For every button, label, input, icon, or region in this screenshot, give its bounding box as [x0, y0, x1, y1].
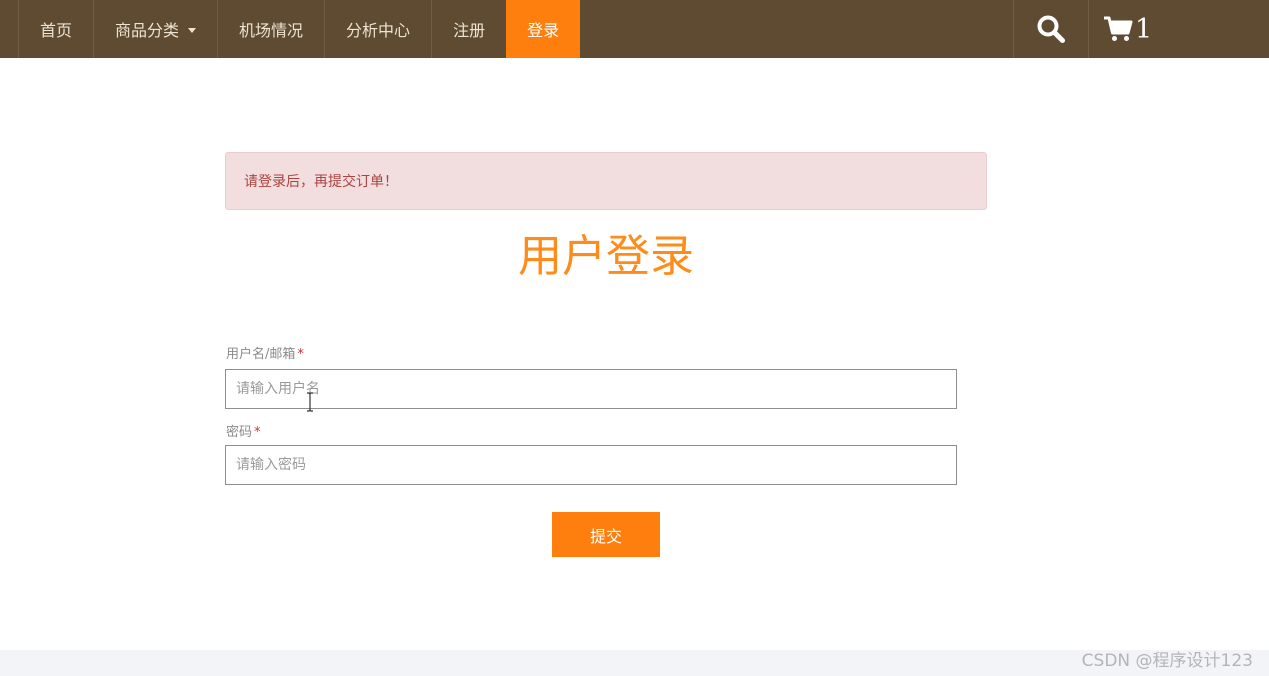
page-title: 用户登录: [518, 231, 694, 282]
nav-item-label: 首页: [40, 21, 73, 40]
required-mark: *: [297, 347, 304, 362]
nav-item-home[interactable]: 首页: [18, 0, 93, 58]
search-icon: [1037, 15, 1065, 43]
nav-item-product-categories[interactable]: 商品分类: [93, 0, 217, 58]
footer-band: [0, 650, 1269, 676]
nav-item-analysis-center[interactable]: 分析中心: [324, 0, 431, 58]
top-navbar: 首页 商品分类 机场情况 分析中心 注册 登录 1: [0, 0, 1269, 58]
nav-item-register[interactable]: 注册: [431, 0, 506, 58]
caret-down-icon: [188, 27, 197, 33]
submit-button[interactable]: 提交: [552, 512, 660, 557]
cart-button[interactable]: 1: [1088, 0, 1269, 58]
nav-item-label: 机场情况: [239, 21, 304, 40]
nav-item-airport-status[interactable]: 机场情况: [217, 0, 324, 58]
username-input[interactable]: [225, 369, 957, 409]
username-label: 用户名/邮箱 *: [226, 343, 304, 362]
nav-item-label: 登录: [527, 21, 560, 40]
watermark: CSDN @程序设计123: [1081, 651, 1253, 671]
nav-item-label: 商品分类: [115, 21, 180, 40]
password-label-text: 密码: [226, 425, 253, 440]
nav-actions: 1: [1013, 0, 1269, 58]
text-cursor-icon: [307, 392, 313, 412]
search-button[interactable]: [1013, 0, 1088, 58]
login-required-alert: 请登录后，再提交订单！: [225, 152, 987, 210]
nav-item-label: 分析中心: [346, 21, 411, 40]
required-mark: *: [254, 425, 261, 440]
alert-message: 请登录后，再提交订单！: [244, 174, 398, 190]
password-label: 密码 *: [226, 421, 261, 440]
nav-item-label: 注册: [453, 21, 486, 40]
nav-item-login[interactable]: 登录: [506, 0, 581, 58]
cart-icon: [1104, 16, 1133, 41]
username-label-text: 用户名/邮箱: [226, 347, 296, 362]
nav-menu: 首页 商品分类 机场情况 分析中心 注册 登录: [0, 0, 581, 58]
password-input[interactable]: [225, 445, 957, 485]
cart-count-badge: 1: [1135, 13, 1153, 45]
